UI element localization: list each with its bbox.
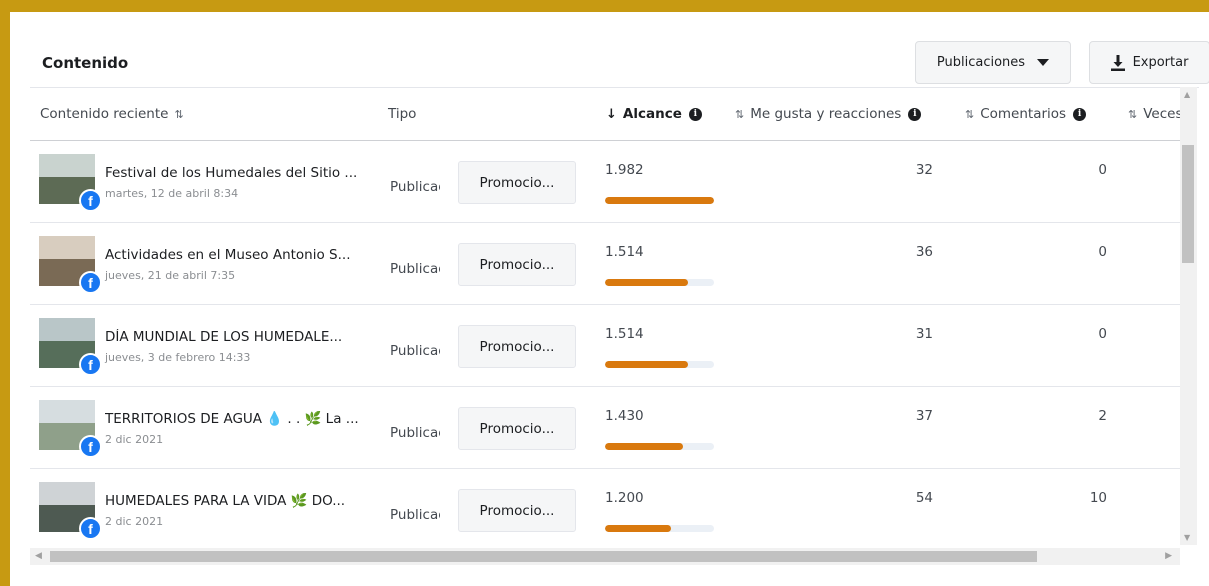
post-type: Publicación (390, 343, 440, 359)
horizontal-scroll-thumb[interactable] (50, 551, 1037, 562)
reach-bar-fill (605, 197, 714, 204)
reach-value: 1.514 (605, 326, 644, 342)
sort-icon: ⇅ (1128, 107, 1138, 121)
chevron-down-icon (1037, 59, 1050, 66)
facebook-icon: f (79, 435, 102, 458)
export-button[interactable]: Exportar (1089, 41, 1209, 84)
publicaciones-label: Publicaciones (936, 55, 1026, 70)
reach-bar-fill (605, 443, 684, 450)
reach-bar (605, 361, 714, 368)
vertical-scroll-thumb[interactable] (1182, 145, 1194, 263)
reach-bar-fill (605, 361, 688, 368)
horizontal-scrollbar[interactable]: ◀ ▶ (30, 548, 1180, 565)
reactions-value: 31 (915, 326, 933, 342)
post-date: martes, 12 de abril 8:34 (105, 187, 239, 200)
post-date: 2 dic 2021 (105, 433, 164, 446)
table-row[interactable]: f HUMEDALES PARA LA VIDA 🌿 DO... 2 dic 202… (30, 469, 1180, 545)
vertical-scrollbar[interactable]: ▲ ▼ (1180, 87, 1197, 545)
comments-value: 0 (1098, 244, 1107, 260)
column-header-tipo-label: Tipo (388, 106, 417, 122)
info-icon[interactable]: i (688, 107, 702, 121)
comments-value: 0 (1098, 162, 1107, 178)
column-header-reacciones-label: Me gusta y reacciones (750, 106, 902, 122)
column-header-comentarios[interactable]: ⇅ Comentarios i (965, 106, 1087, 122)
reach-bar-fill (605, 525, 672, 532)
facebook-icon: f (79, 517, 102, 540)
post-date: jueves, 3 de febrero 14:33 (105, 351, 251, 364)
comments-value: 10 (1089, 490, 1107, 506)
column-header-reacciones[interactable]: ⇅ Me gusta y reacciones i (735, 106, 922, 122)
reach-bar (605, 279, 714, 286)
column-header-veces-label: Veces (1143, 106, 1180, 122)
comments-value: 0 (1098, 326, 1107, 342)
post-type: Publicación (390, 261, 440, 277)
comments-value: 2 (1098, 408, 1107, 424)
post-title[interactable]: TERRITORIOS DE AGUA 💧 . . 🌿 La ... (105, 411, 375, 427)
reactions-value: 32 (915, 162, 933, 178)
post-title[interactable]: DÍA MUNDIAL DE LOS HUMEDALE... (105, 329, 375, 345)
scroll-right-icon[interactable]: ▶ (1165, 551, 1172, 561)
reach-value: 1.430 (605, 408, 644, 424)
column-header-contenido-label: Contenido reciente (40, 106, 169, 122)
facebook-icon: f (79, 271, 102, 294)
column-header-veces[interactable]: ⇅ Veces (1128, 106, 1180, 122)
sort-icon: ⇅ (174, 107, 184, 121)
table-row[interactable]: f Festival de los Humedales del Sitio ...… (30, 141, 1180, 223)
sort-icon: ⇅ (735, 107, 745, 121)
content-table: f Festival de los Humedales del Sitio ...… (30, 141, 1180, 545)
promote-button[interactable]: Promocio... (458, 161, 576, 204)
reach-value: 1.982 (605, 162, 644, 178)
column-header-alcance[interactable]: ↓ Alcance i (606, 106, 702, 122)
publicaciones-dropdown[interactable]: Publicaciones (915, 41, 1071, 84)
reach-value: 1.514 (605, 244, 644, 260)
post-title[interactable]: HUMEDALES PARA LA VIDA 🌿 DO... (105, 493, 375, 509)
post-title[interactable]: Festival de los Humedales del Sitio ... (105, 165, 375, 181)
promote-button[interactable]: Promocio... (458, 489, 576, 532)
reach-bar (605, 443, 714, 450)
sort-icon: ⇅ (965, 107, 975, 121)
facebook-icon: f (79, 353, 102, 376)
reactions-value: 37 (915, 408, 933, 424)
column-header-tipo: Tipo (388, 106, 416, 122)
divider (30, 87, 1199, 88)
reach-bar (605, 525, 714, 532)
post-type: Publicación (390, 425, 440, 441)
table-row[interactable]: f Actividades en el Museo Antonio S... jue… (30, 223, 1180, 305)
column-header-comentarios-label: Comentarios (980, 106, 1067, 122)
reach-value: 1.200 (605, 490, 644, 506)
column-header-contenido[interactable]: Contenido reciente ⇅ (40, 106, 184, 122)
column-header-alcance-label: Alcance (622, 106, 682, 122)
post-date: 2 dic 2021 (105, 515, 164, 528)
info-icon[interactable]: i (908, 107, 922, 121)
info-icon[interactable]: i (1073, 107, 1087, 121)
download-icon (1110, 54, 1125, 71)
panel-title: Contenido (42, 54, 129, 72)
promote-button[interactable]: Promocio... (458, 325, 576, 368)
post-type: Publicación (390, 507, 440, 523)
scroll-down-icon[interactable]: ▼ (1184, 533, 1190, 542)
post-type: Publicación (390, 179, 440, 195)
reach-bar (605, 197, 714, 204)
export-label: Exportar (1132, 55, 1189, 70)
promote-button[interactable]: Promocio... (458, 407, 576, 450)
post-title[interactable]: Actividades en el Museo Antonio S... (105, 247, 375, 263)
promote-button[interactable]: Promocio... (458, 243, 576, 286)
reactions-value: 54 (915, 490, 933, 506)
reach-bar-fill (605, 279, 688, 286)
sort-desc-icon: ↓ (606, 106, 617, 122)
scroll-up-icon[interactable]: ▲ (1184, 90, 1190, 99)
post-date: jueves, 21 de abril 7:35 (105, 269, 236, 282)
scroll-left-icon[interactable]: ◀ (35, 551, 42, 561)
table-row[interactable]: f TERRITORIOS DE AGUA 💧 . . 🌿 La ... 2 dic… (30, 387, 1180, 469)
facebook-icon: f (79, 189, 102, 212)
reactions-value: 36 (915, 244, 933, 260)
table-row[interactable]: f DÍA MUNDIAL DE LOS HUMEDALE... jueves, 3… (30, 305, 1180, 387)
